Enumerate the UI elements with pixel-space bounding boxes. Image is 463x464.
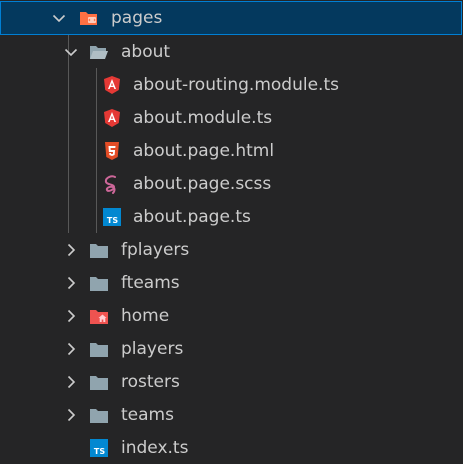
tree-item-rosters[interactable]: rosters bbox=[0, 365, 463, 398]
chevron-right-icon[interactable] bbox=[63, 407, 79, 423]
angular-icon bbox=[102, 75, 122, 95]
tree-item-about-page-ts[interactable]: TS about.page.ts bbox=[0, 200, 463, 233]
tree-item-label: rosters bbox=[121, 371, 180, 392]
tree-item-label: about bbox=[121, 41, 171, 62]
chevron-right-icon[interactable] bbox=[63, 308, 79, 324]
folder-icon bbox=[89, 372, 109, 392]
angular-icon bbox=[102, 108, 122, 128]
folder-src-open-icon bbox=[79, 8, 99, 28]
chevron-down-icon[interactable] bbox=[51, 10, 67, 26]
html5-icon bbox=[102, 141, 122, 161]
folder-home-icon bbox=[89, 306, 109, 326]
tree-item-about-page-html[interactable]: about.page.html bbox=[0, 134, 463, 167]
tree-item-label: fteams bbox=[121, 272, 180, 293]
tree-item-fteams[interactable]: fteams bbox=[0, 266, 463, 299]
folder-icon bbox=[89, 339, 109, 359]
chevron-right-icon[interactable] bbox=[63, 242, 79, 258]
svg-text:TS: TS bbox=[94, 447, 105, 456]
file-explorer-tree: pages about about-routing.module.ts abou… bbox=[0, 0, 463, 459]
tree-item-label: about.page.scss bbox=[133, 173, 272, 194]
tree-item-label: fplayers bbox=[121, 239, 190, 260]
chevron-right-icon[interactable] bbox=[63, 341, 79, 357]
tree-item-about-page-scss[interactable]: about.page.scss bbox=[0, 167, 463, 200]
tree-item-players[interactable]: players bbox=[0, 332, 463, 365]
tree-item-label: index.ts bbox=[121, 437, 189, 458]
tree-item-label: about.page.html bbox=[133, 140, 275, 161]
svg-text:TS: TS bbox=[107, 216, 118, 225]
tree-item-label: home bbox=[121, 305, 170, 326]
chevron-down-icon[interactable] bbox=[63, 44, 79, 60]
tree-item-label: teams bbox=[121, 404, 174, 425]
folder-icon bbox=[89, 273, 109, 293]
tree-item-label: about.page.ts bbox=[133, 206, 251, 227]
tree-item-about-routing-module[interactable]: about-routing.module.ts bbox=[0, 68, 463, 101]
folder-open-icon bbox=[89, 42, 109, 62]
tree-item-index-ts[interactable]: TS index.ts bbox=[0, 431, 463, 464]
chevron-right-icon[interactable] bbox=[63, 374, 79, 390]
sass-icon bbox=[102, 174, 122, 194]
tree-item-label: pages bbox=[111, 8, 163, 28]
tree-item-about-module[interactable]: about.module.ts bbox=[0, 101, 463, 134]
folder-icon bbox=[89, 240, 109, 260]
chevron-right-icon[interactable] bbox=[63, 275, 79, 291]
folder-icon bbox=[89, 405, 109, 425]
tree-item-label: about.module.ts bbox=[133, 107, 273, 128]
tree-item-fplayers[interactable]: fplayers bbox=[0, 233, 463, 266]
typescript-icon: TS bbox=[89, 438, 109, 458]
tree-item-about[interactable]: about bbox=[0, 35, 463, 68]
tree-item-label: about-routing.module.ts bbox=[133, 74, 339, 95]
typescript-icon: TS bbox=[102, 207, 122, 227]
tree-item-teams[interactable]: teams bbox=[0, 398, 463, 431]
tree-item-label: players bbox=[121, 338, 184, 359]
tree-item-pages[interactable]: pages bbox=[0, 1, 462, 35]
tree-item-home[interactable]: home bbox=[0, 299, 463, 332]
